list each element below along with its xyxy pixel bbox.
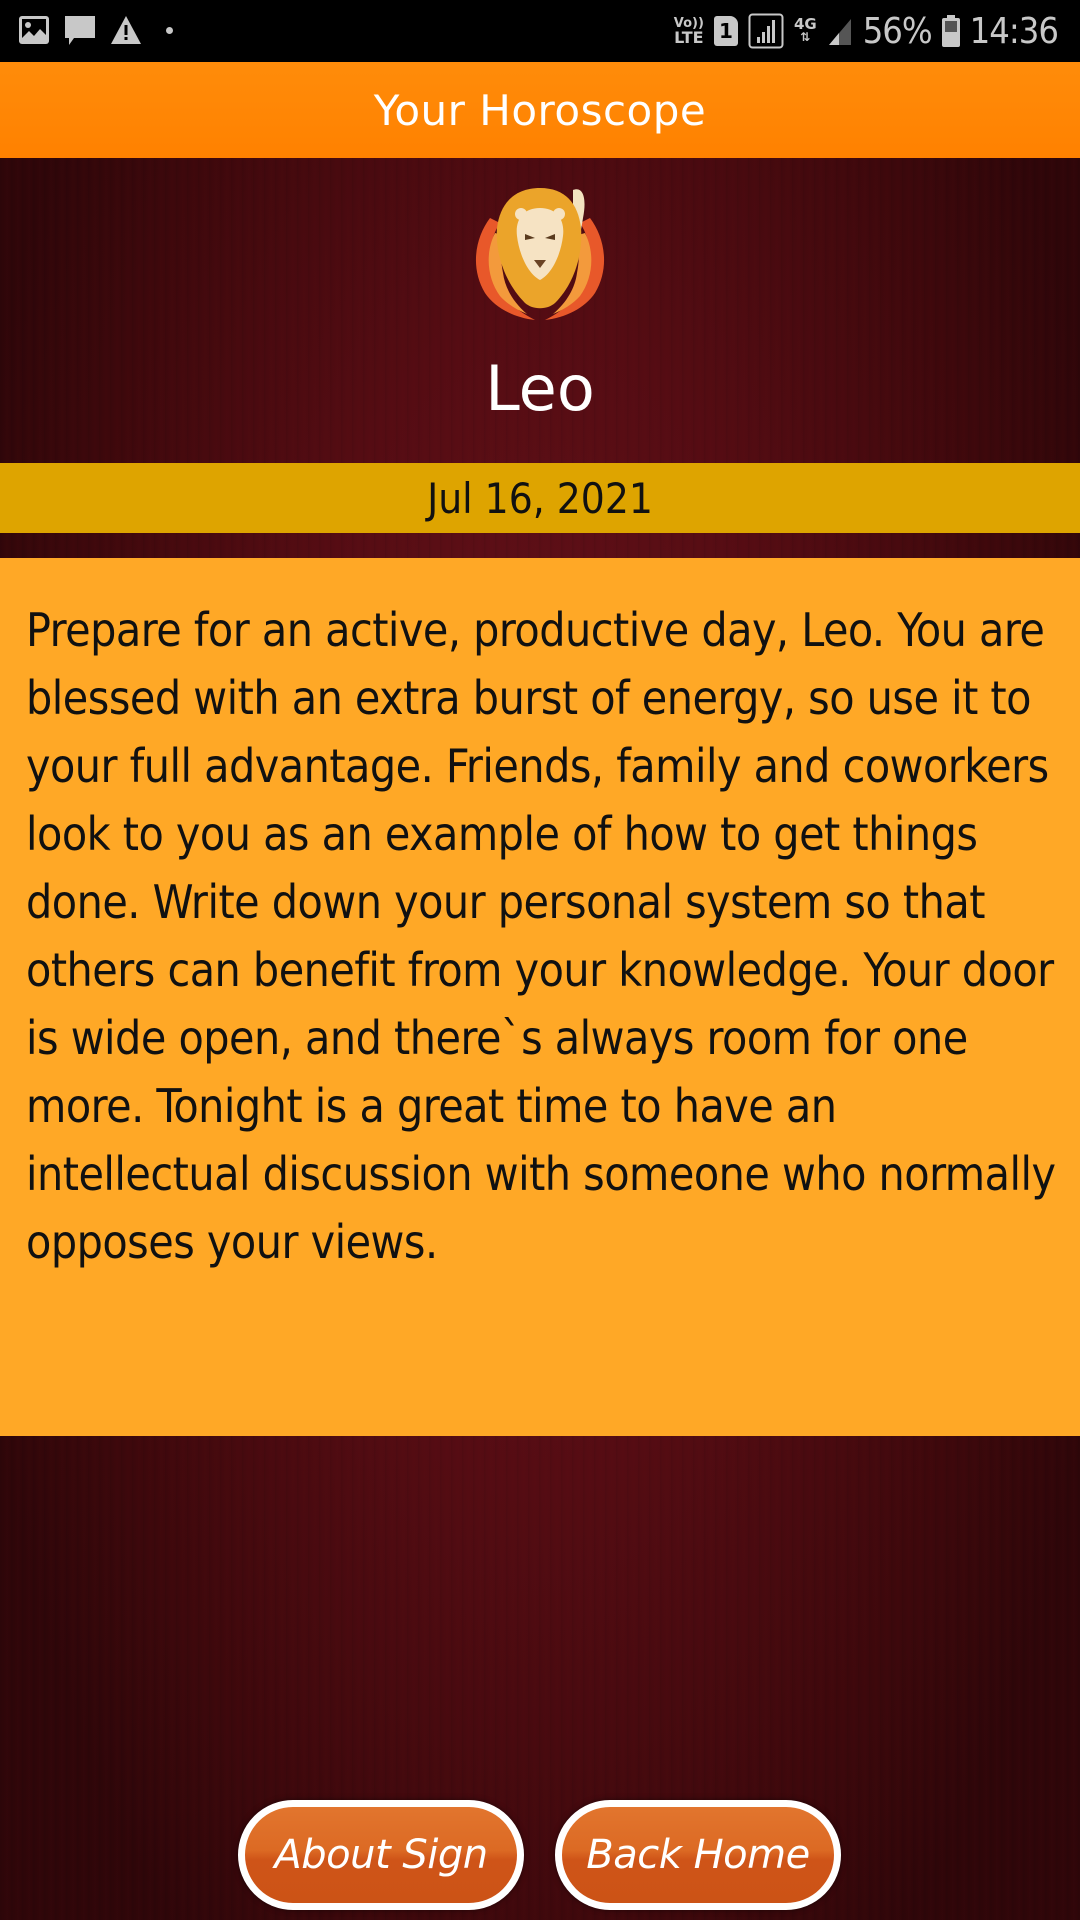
about-sign-button[interactable]: About Sign [238,1800,524,1910]
battery-icon [941,15,960,47]
horoscope-reading: Prepare for an active, productive day, L… [26,603,1056,1269]
wifi-call-signal-icon [748,13,784,49]
clock: 14:36 [969,10,1059,52]
leo-lion-icon [475,188,605,320]
volte-indicator: Vo)) LTE [673,15,704,47]
message-icon [65,16,95,45]
sign-name: Leo [485,352,595,425]
app-title: Your Horoscope [373,85,707,135]
about-sign-label: About Sign [274,1832,488,1878]
horoscope-date: Jul 16, 2021 [427,473,653,523]
warning-icon [111,16,141,44]
image-icon [19,16,49,44]
network-type-indicator: 4G ⇅ [793,15,817,44]
back-home-label: Back Home [586,1832,810,1878]
back-home-button[interactable]: Back Home [555,1800,841,1910]
cell-signal-icon [828,19,851,45]
date-band: Jul 16, 2021 [0,463,1080,533]
app-bar: Your Horoscope [0,62,1080,158]
data-arrows-icon: ⇅ [800,30,811,44]
notification-dot-icon [166,26,173,34]
reading-panel: Prepare for an active, productive day, L… [0,558,1080,1436]
status-bar: Vo)) LTE 1 4G ⇅ 56% 14:36 [0,0,1080,62]
sim-icon: 1 [713,16,738,46]
battery-percent: 56% [862,10,933,52]
